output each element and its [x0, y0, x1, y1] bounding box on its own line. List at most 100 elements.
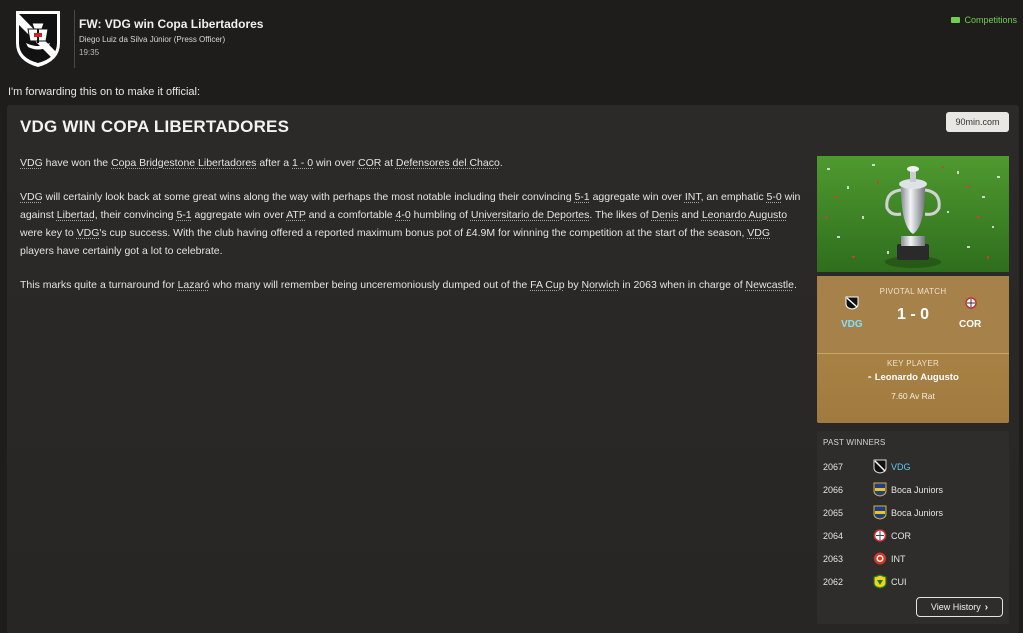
- key-player-label: KEY PLAYER: [886, 359, 940, 368]
- winner-team[interactable]: COR: [891, 531, 911, 541]
- match-link[interactable]: 5-0: [767, 191, 782, 203]
- team-link[interactable]: Universitario de Deportes: [471, 209, 589, 221]
- panel-divider: [817, 353, 1009, 354]
- pivotal-away-team[interactable]: COR: [959, 319, 981, 330]
- team-link[interactable]: INT: [685, 191, 701, 203]
- text: players have certainly got a lot to cele…: [20, 245, 223, 257]
- text: , an emphatic: [700, 191, 767, 203]
- view-history-button[interactable]: View History ›: [916, 597, 1003, 617]
- text: aggregate win over: [589, 191, 685, 203]
- chevron-right-icon: ›: [984, 601, 989, 613]
- winner-year: 2065: [823, 508, 844, 518]
- key-player-name[interactable]: ◓ Leonardo Augusto: [817, 372, 1009, 383]
- player-link[interactable]: Denis: [652, 209, 679, 221]
- paragraph-3: This marks quite a turnaround for Lazaró…: [20, 276, 805, 294]
- text: were key to: [20, 227, 77, 239]
- text: .: [499, 157, 503, 169]
- winner-team[interactable]: CUI: [891, 577, 907, 587]
- boca-badge-icon: [873, 482, 887, 497]
- cuiaba-badge-icon: [873, 574, 887, 589]
- winner-team[interactable]: VDG: [891, 462, 911, 472]
- team-link[interactable]: Newcastle: [746, 279, 794, 291]
- text: by: [564, 279, 582, 291]
- vasco-badge-icon: [873, 459, 887, 474]
- winner-year: 2063: [823, 554, 844, 564]
- news-article: VDG WIN COPA LIBERTADORES 90min.com VDG …: [7, 105, 1019, 633]
- winner-team[interactable]: Boca Juniors: [891, 508, 943, 518]
- text: will certainly look back at some great w…: [42, 191, 575, 203]
- team-link[interactable]: ATP: [286, 209, 305, 221]
- text: aggregate win over: [191, 209, 287, 221]
- article-body: VDG have won the Copa Bridgestone Libert…: [20, 154, 805, 310]
- internacional-badge-icon: [874, 552, 886, 565]
- player-icon: ◓: [867, 373, 873, 382]
- match-link[interactable]: 1 - 0: [292, 157, 313, 169]
- paragraph-1: VDG have won the Copa Bridgestone Libert…: [20, 154, 805, 172]
- text: in 2063 when in charge of: [619, 279, 746, 291]
- past-winner-row[interactable]: 2066 Boca Juniors: [823, 481, 1003, 499]
- boca-badge-icon: [873, 505, 887, 520]
- text: and: [678, 209, 702, 221]
- text: . The likes of: [589, 209, 652, 221]
- key-player-rating: 7.60 Av Rat: [891, 391, 935, 401]
- team-link[interactable]: Norwich: [582, 279, 620, 291]
- stadium-link[interactable]: Defensores del Chaco: [396, 157, 500, 169]
- text: win over: [313, 157, 358, 169]
- view-history-label: View History: [930, 602, 981, 612]
- past-winner-row[interactable]: 2062 CUI: [823, 573, 1003, 591]
- key-player-name-text: Leonardo Augusto: [874, 372, 959, 383]
- pivotal-match-label: PIVOTAL MATCH: [879, 287, 947, 296]
- winner-year: 2066: [823, 485, 844, 495]
- match-link[interactable]: 5-1: [176, 209, 191, 221]
- source-button[interactable]: 90min.com: [946, 112, 1009, 132]
- past-winner-row[interactable]: 2064 COR: [823, 527, 1003, 545]
- text: at: [381, 157, 396, 169]
- manager-link[interactable]: Lazaró: [178, 279, 210, 291]
- past-winner-row[interactable]: 2063 INT: [823, 550, 1003, 568]
- text: humbling of: [410, 209, 471, 221]
- trophy-image: [817, 156, 1009, 272]
- corinthians-badge-icon: [873, 529, 887, 542]
- past-winner-row[interactable]: 2065 Boca Juniors: [823, 504, 1003, 522]
- past-winner-row[interactable]: 2067 VDG: [823, 458, 1003, 476]
- text: who many will remember being unceremonio…: [209, 279, 531, 291]
- vasco-club-badge-icon: [16, 11, 60, 67]
- team-link[interactable]: VDG: [20, 157, 43, 169]
- message-time: 19:35: [79, 48, 100, 57]
- intro-text: I'm forwarding this on to make it offici…: [8, 86, 201, 98]
- text: and a comfortable: [305, 209, 396, 221]
- text: , their convincing: [94, 209, 177, 221]
- winner-year: 2064: [823, 531, 844, 541]
- text: 's cup success. With the club having off…: [99, 227, 748, 239]
- message-title: FW: VDG win Copa Libertadores: [79, 17, 264, 31]
- competitions-link-label: Competitions: [964, 15, 1017, 25]
- competition-link[interactable]: FA Cup: [530, 279, 564, 291]
- tag-icon: [951, 17, 961, 23]
- winner-year: 2062: [823, 577, 844, 587]
- paragraph-2: VDG will certainly look back at some gre…: [20, 188, 805, 260]
- article-title: VDG WIN COPA LIBERTADORES: [20, 117, 290, 136]
- text: after a: [256, 157, 293, 169]
- text: have won the: [42, 157, 112, 169]
- winner-team[interactable]: INT: [891, 554, 906, 564]
- team-link[interactable]: VDG: [20, 191, 43, 203]
- header-divider: [74, 10, 75, 68]
- past-winners-title: PAST WINNERS: [823, 438, 886, 447]
- competitions-link[interactable]: Competitions: [951, 15, 1017, 25]
- message-sender[interactable]: Diego Luiz da Silva Júnior (Press Office…: [79, 35, 225, 44]
- text: .: [793, 279, 797, 291]
- match-link[interactable]: 4-0: [396, 209, 411, 221]
- winner-team[interactable]: Boca Juniors: [891, 485, 943, 495]
- team-link[interactable]: Libertad: [57, 209, 95, 221]
- match-link[interactable]: 5-1: [574, 191, 589, 203]
- team-link[interactable]: COR: [358, 157, 381, 169]
- text: This marks quite a turnaround for: [20, 279, 178, 291]
- pivotal-match-panel: PIVOTAL MATCH VDG 1 - 0 COR KEY PLAYER ◓…: [817, 276, 1009, 423]
- message-header: FW: VDG win Copa Libertadores Diego Luiz…: [0, 0, 1023, 80]
- team-link[interactable]: VDG: [77, 227, 100, 239]
- past-winners-panel: PAST WINNERS 2067 VDG 2066 Boca Juniors …: [817, 431, 1009, 624]
- competition-link[interactable]: Copa Bridgestone Libertadores: [111, 157, 256, 169]
- player-link[interactable]: Leonardo Augusto: [702, 209, 787, 221]
- winner-year: 2067: [823, 462, 844, 472]
- team-link[interactable]: VDG: [747, 227, 770, 239]
